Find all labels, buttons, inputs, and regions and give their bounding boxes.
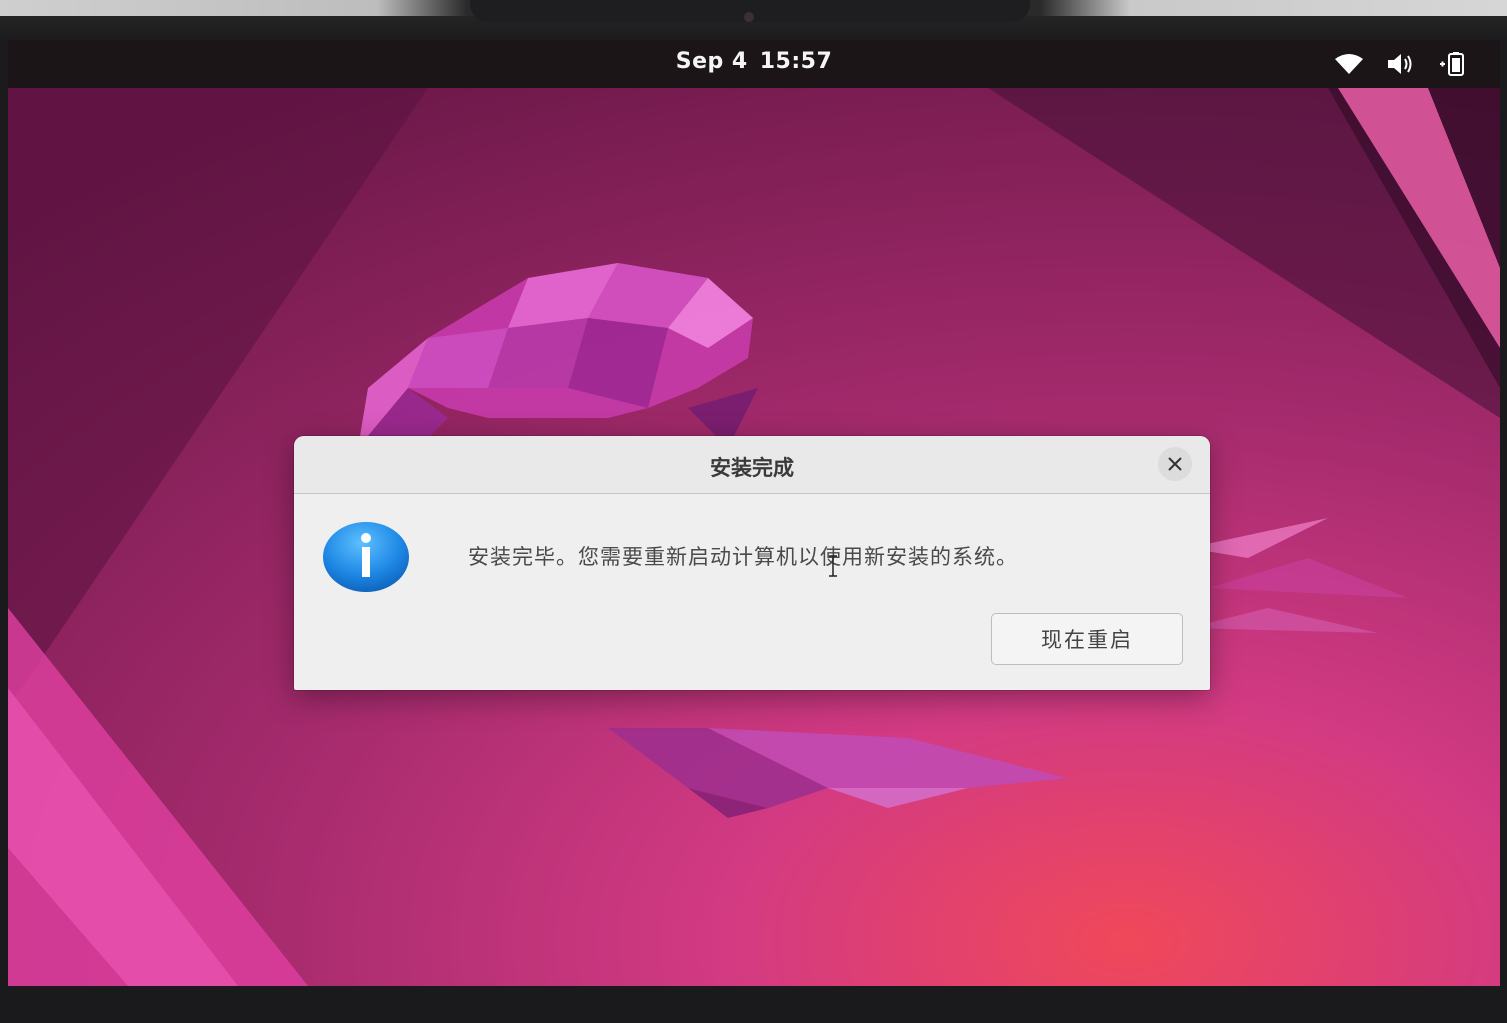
battery-icon[interactable] bbox=[1436, 50, 1470, 78]
wifi-icon[interactable] bbox=[1332, 50, 1366, 78]
clock-time: 15:57 bbox=[759, 49, 833, 74]
system-tray[interactable] bbox=[1314, 50, 1470, 78]
dialog-title: 安装完成 bbox=[710, 456, 794, 480]
close-button[interactable] bbox=[1158, 447, 1192, 481]
info-icon bbox=[323, 522, 409, 592]
text-cursor-icon bbox=[829, 555, 837, 577]
clock[interactable]: Sep 4 15:57 bbox=[8, 49, 1500, 74]
volume-icon[interactable] bbox=[1384, 50, 1418, 78]
dialog-message: 安装完毕。您需要重新启动计算机以使用新安装的系统。 bbox=[468, 545, 1018, 569]
restart-now-button[interactable]: 现在重启 bbox=[991, 613, 1183, 665]
monitor-bottom-bezel bbox=[0, 986, 1507, 1023]
install-complete-dialog: 安装完成 安装完毕。您需要重新启动计算机以使用新安装的系统。 现在重启 bbox=[294, 436, 1210, 690]
clock-date: Sep 4 bbox=[675, 49, 748, 74]
close-icon bbox=[1168, 457, 1182, 471]
dialog-titlebar[interactable]: 安装完成 bbox=[294, 436, 1210, 494]
desktop-screen: Sep 4 15:57 安装完成 安装完毕。您需要重新启动计算机以使用新安装的系… bbox=[8, 40, 1500, 986]
top-panel: Sep 4 15:57 bbox=[8, 40, 1500, 88]
webcam-icon bbox=[744, 12, 754, 22]
